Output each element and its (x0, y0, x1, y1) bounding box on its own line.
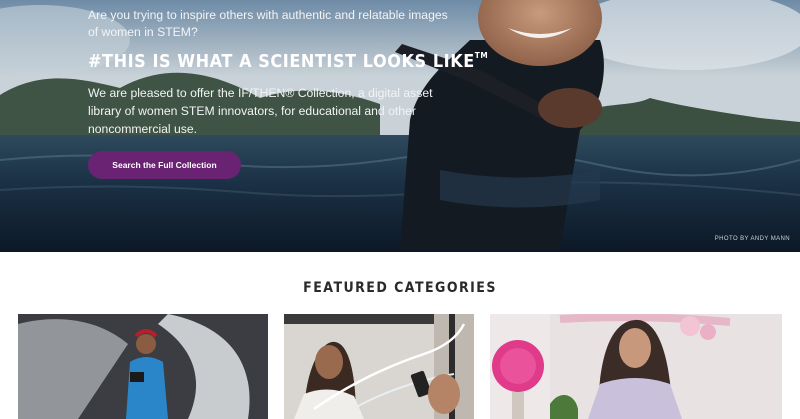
category-card-1-image (18, 314, 268, 419)
category-card-3[interactable] (490, 314, 782, 419)
hero-offer-text: We are pleased to offer the IF/THEN® Col… (88, 86, 433, 136)
featured-categories-heading: FEATURED CATEGORIES (303, 280, 497, 296)
search-collection-button[interactable]: Search the Full Collection (88, 151, 241, 179)
category-card-2[interactable] (284, 314, 474, 419)
hero-text-block: Are you trying to inspire others with au… (88, 7, 488, 138)
category-card-2-image (284, 314, 474, 419)
hashtag-text: #THIS IS WHAT A SCIENTIST LOOKS LIKE (88, 52, 475, 72)
photo-credit: PHOTO BY ANDY MANN (714, 236, 790, 242)
category-card-3-image (490, 314, 782, 419)
hero-intro-text: Are you trying to inspire others with au… (88, 8, 448, 39)
hero-banner: Are you trying to inspire others with au… (0, 0, 800, 252)
category-card-1[interactable] (18, 314, 268, 419)
hero-hashtag-heading: #THIS IS WHAT A SCIENTIST LOOKS LIKETM (88, 51, 488, 72)
trademark-mark: TM (474, 51, 489, 60)
